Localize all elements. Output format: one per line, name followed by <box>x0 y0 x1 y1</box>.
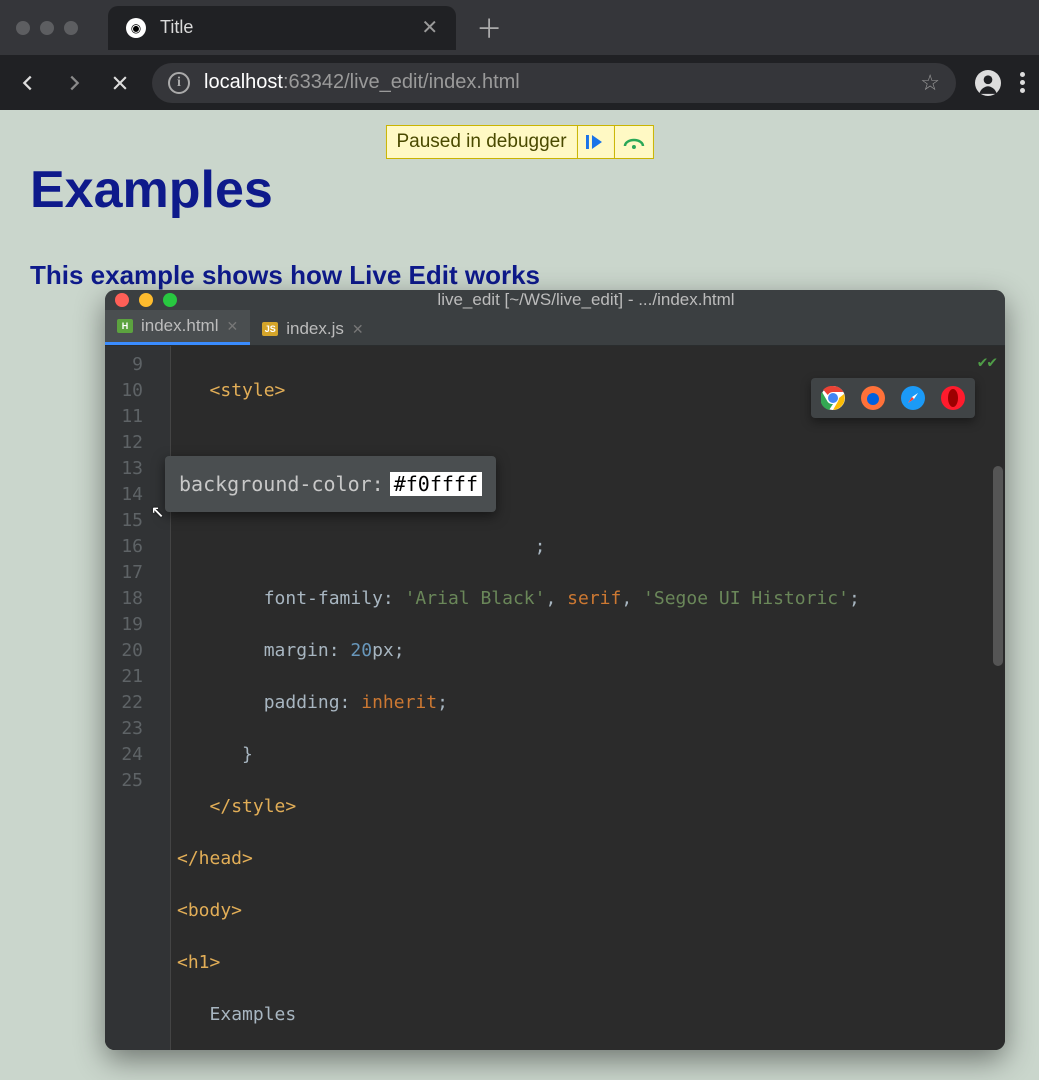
editor-tab-index-html[interactable]: H index.html ✕ <box>105 310 250 345</box>
browser-chrome: ◉ Title ✕ ＋ i localhost:63342/live_edit/… <box>0 0 1039 110</box>
bookmark-star-icon[interactable]: ☆ <box>920 70 940 96</box>
editor-tab-index-js[interactable]: JS index.js ✕ <box>250 313 375 345</box>
back-button[interactable] <box>14 72 42 94</box>
fold-gutter[interactable] <box>153 346 171 1050</box>
ide-maximize-dot[interactable] <box>163 293 177 307</box>
new-tab-button[interactable]: ＋ <box>476 9 502 46</box>
close-tab-icon[interactable]: ✕ <box>421 15 438 40</box>
page-heading: Examples <box>30 160 1009 220</box>
code-editor[interactable]: 9 10 11 12 13 14 15 16 17 18 19 20 21 22… <box>105 346 1005 1050</box>
banner-text: Paused in debugger <box>386 131 576 153</box>
browser-tab[interactable]: ◉ Title ✕ <box>108 6 456 50</box>
site-info-icon[interactable]: i <box>168 72 190 94</box>
inspection-status-icon[interactable]: ✔✔ <box>978 352 997 371</box>
opera-icon[interactable] <box>941 386 965 410</box>
open-in-browser-toolbar <box>811 378 975 418</box>
close-editor-tab-icon[interactable]: ✕ <box>352 321 364 338</box>
tooltip-label: background-color: <box>179 472 384 496</box>
tooltip-value: #f0ffff <box>390 472 482 496</box>
ide-editor-tabs: H index.html ✕ JS index.js ✕ <box>105 310 1005 346</box>
ide-titlebar: live_edit [~/WS/live_edit] - .../index.h… <box>105 290 1005 310</box>
mac-traffic-lights <box>16 21 78 35</box>
close-editor-tab-icon[interactable]: ✕ <box>226 318 238 335</box>
tab-title: Title <box>160 17 193 38</box>
chrome-icon[interactable] <box>821 386 845 410</box>
mouse-cursor-icon: ↖ <box>151 498 164 523</box>
line-number-gutter: 9 10 11 12 13 14 15 16 17 18 19 20 21 22… <box>105 346 153 1050</box>
ide-close-dot[interactable] <box>115 293 129 307</box>
ide-window: live_edit [~/WS/live_edit] - .../index.h… <box>105 290 1005 1050</box>
page-subheading: This example shows how Live Edit works <box>30 260 1009 291</box>
editor-tab-label: index.js <box>286 319 344 339</box>
favicon-icon: ◉ <box>126 18 146 38</box>
firefox-icon[interactable] <box>861 386 885 410</box>
profile-button[interactable] <box>974 70 1002 96</box>
forward-button[interactable] <box>60 72 88 94</box>
resume-button[interactable] <box>577 126 614 158</box>
minimize-window-dot[interactable] <box>40 21 54 35</box>
reload-stop-button[interactable] <box>106 73 134 93</box>
code-area[interactable]: <style> ure; ; font-family: 'Arial Black… <box>171 346 1005 1050</box>
url-text: localhost:63342/live_edit/index.html <box>204 71 520 94</box>
debugger-paused-banner: Paused in debugger <box>385 125 653 159</box>
html-file-icon: H <box>117 319 133 333</box>
close-window-dot[interactable] <box>16 21 30 35</box>
ide-title-text: live_edit [~/WS/live_edit] - .../index.h… <box>177 290 995 310</box>
safari-icon[interactable] <box>901 386 925 410</box>
js-file-icon: JS <box>262 322 278 336</box>
step-over-button[interactable] <box>614 126 653 158</box>
editor-tab-label: index.html <box>141 316 218 336</box>
browser-menu-icon[interactable] <box>1020 72 1025 93</box>
address-bar[interactable]: i localhost:63342/live_edit/index.html ☆ <box>152 63 956 103</box>
ide-minimize-dot[interactable] <box>139 293 153 307</box>
editor-scrollbar[interactable] <box>993 466 1003 666</box>
maximize-window-dot[interactable] <box>64 21 78 35</box>
editor-hint-tooltip: background-color: #f0ffff <box>165 456 496 512</box>
